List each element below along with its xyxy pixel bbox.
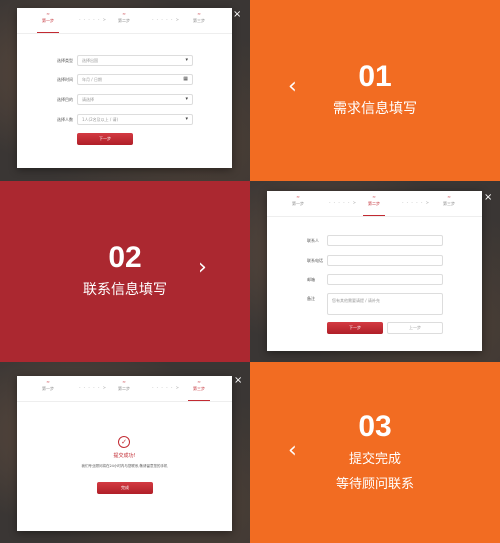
step-title-line2: 等待顾问联系	[335, 477, 414, 492]
step-separator: - - - - - >	[152, 385, 180, 390]
stepper: ≈ 第一步 - - - - - > ≈ 第二步 - - - - - > ≈ 第三…	[17, 8, 232, 34]
check-circle-icon: ✓	[118, 436, 130, 448]
chevron-down-icon: ▾	[185, 57, 188, 63]
calendar-icon[interactable]: ▦	[183, 75, 188, 84]
done-button[interactable]: 完成	[97, 482, 153, 494]
type-select-value: 选择出国	[82, 58, 98, 63]
prev-button[interactable]: 上一步	[387, 322, 443, 334]
step-title: 需求信息填写	[333, 101, 417, 117]
dialog-step1: ≈ 第一步 - - - - - > ≈ 第二步 - - - - - > ≈ 第三…	[17, 8, 232, 168]
step-3: ≈ 第三步	[432, 194, 466, 208]
step-number: 01	[358, 60, 392, 93]
form-label: 联系人	[307, 238, 319, 243]
close-icon[interactable]: ×	[484, 193, 492, 203]
panel-step3: ‹ 03 提交完成 等待顾问联系	[250, 362, 500, 543]
panel-step2: 02 联系信息填写 ›	[0, 181, 250, 362]
step-1-label: 第一步	[42, 386, 54, 391]
chevron-down-icon: ▾	[185, 116, 188, 122]
step-1: ≈ 第一步	[31, 11, 65, 33]
step-3-label: 第三步	[193, 386, 205, 391]
screenshot-step1: ≈ 第一步 - - - - - > ≈ 第二步 - - - - - > ≈ 第三…	[0, 0, 250, 181]
step-separator: - - - - - >	[79, 385, 107, 390]
dialog-step3: ≈ 第一步 - - - - - > ≈ 第二步 - - - - - > ≈ 第三…	[17, 376, 232, 531]
date-input-value: 年月 / 日期	[82, 77, 102, 82]
stepper: ≈ 第一步 - - - - - > ≈ 第二步 - - - - - > ≈ 第三…	[17, 376, 232, 402]
close-icon[interactable]: ×	[234, 376, 242, 386]
dialog-step2: ≈ 第一步 - - - - - > ≈ 第二步 - - - - - > ≈ 第三…	[267, 191, 482, 351]
step-2-label: 第二步	[368, 201, 380, 206]
form-label: 选择人数	[57, 117, 73, 122]
step-number: 02	[108, 241, 142, 274]
step-number: 03	[358, 410, 392, 443]
phone-input[interactable]	[327, 255, 443, 266]
screenshot-step3: ≈ 第一步 - - - - - > ≈ 第二步 - - - - - > ≈ 第三…	[0, 362, 250, 543]
screenshot-step2: ≈ 第一步 - - - - - > ≈ 第二步 - - - - - > ≈ 第三…	[250, 181, 500, 362]
purpose-select-value: 请选择	[82, 97, 94, 102]
step-2-label: 第二步	[118, 18, 130, 23]
date-input[interactable]: 年月 / 日期 ▦	[77, 74, 193, 85]
form-label: 选择类型	[57, 58, 73, 63]
form-label: 备注	[307, 296, 315, 301]
step-1: ≈ 第一步	[281, 194, 315, 208]
contact-name-input[interactable]	[327, 235, 443, 246]
step-title: 联系信息填写	[83, 282, 167, 298]
step-separator: - - - - - >	[329, 200, 357, 205]
success-title: 提交成功!	[113, 453, 136, 459]
chevron-down-icon: ▾	[185, 96, 188, 102]
step-3: ≈ 第三步	[182, 11, 216, 25]
email-input[interactable]	[327, 274, 443, 285]
close-icon[interactable]: ×	[233, 10, 241, 20]
step-separator: - - - - - >	[79, 17, 107, 22]
step-1: ≈ 第一步	[31, 379, 65, 393]
stepper: ≈ 第一步 - - - - - > ≈ 第二步 - - - - - > ≈ 第三…	[267, 191, 482, 217]
step-1-label: 第一步	[292, 201, 304, 206]
remark-textarea[interactable]: 您有其他需要请提 / 请补充	[327, 293, 443, 315]
step-2: ≈ 第二步	[357, 194, 391, 216]
step-3: ≈ 第三步	[182, 379, 216, 401]
purpose-select[interactable]: 请选择 ▾	[77, 94, 193, 105]
form-label: 联系电话	[307, 258, 323, 263]
people-select-value: 1人(2名及以上 / 请)	[82, 117, 119, 122]
people-select[interactable]: 1人(2名及以上 / 请) ▾	[77, 114, 193, 125]
type-select[interactable]: 选择出国 ▾	[77, 55, 193, 66]
next-button[interactable]: 下一步	[77, 133, 133, 145]
step-separator: - - - - - >	[402, 200, 430, 205]
step-2: ≈ 第二步	[107, 379, 141, 393]
step-2: ≈ 第二步	[107, 11, 141, 25]
step-title-line1: 提交完成	[348, 452, 401, 467]
step-3-label: 第三步	[193, 18, 205, 23]
success-message: 我们专业顾问将在24小时内与您联系,敬请留意您的手机	[81, 464, 168, 468]
step-3-label: 第三步	[443, 201, 455, 206]
form-label: 邮箱	[307, 277, 315, 282]
step-separator: - - - - - >	[152, 17, 180, 22]
step-2-label: 第二步	[118, 386, 130, 391]
next-button[interactable]: 下一步	[327, 322, 383, 334]
arrow-right-icon[interactable]: ›	[198, 257, 207, 279]
step-1-label: 第一步	[42, 18, 54, 23]
form-label: 选择目的	[57, 97, 73, 102]
panel-step1: ‹ 01 需求信息填写	[250, 0, 500, 181]
form-label: 选择时间	[57, 77, 73, 82]
